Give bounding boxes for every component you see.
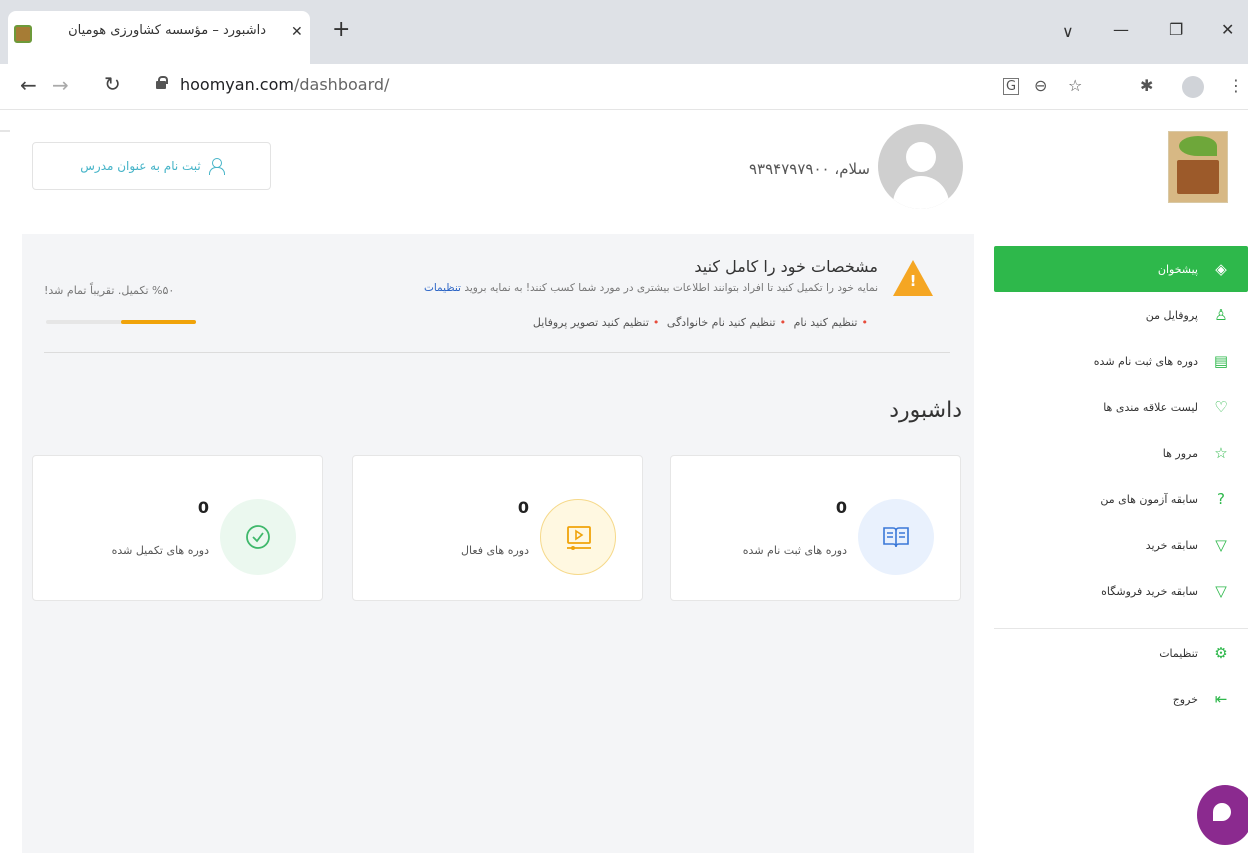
stat-label: دوره های ثبت نام شده bbox=[742, 544, 847, 557]
todo-item[interactable]: تنظیم کنید نام خانوادگی bbox=[667, 316, 776, 329]
url-path: /dashboard/ bbox=[293, 75, 390, 94]
browser-tab[interactable]: ✕ داشبورد – مؤسسه کشاورزی هومیان bbox=[8, 11, 310, 64]
sidebar-item[interactable]: ⚙ تنظیمات bbox=[994, 630, 1248, 676]
book-icon bbox=[858, 499, 934, 575]
browser-menu-icon[interactable]: ⋮ bbox=[1228, 76, 1244, 95]
sidebar-item[interactable]: ♙ پروفایل من bbox=[994, 292, 1248, 338]
browser-toolbar: ← → ↻ hoomyan.com/dashboard/ G ⊖ ☆ ✱ ⋮ bbox=[0, 64, 1248, 110]
close-icon[interactable]: ✕ bbox=[291, 24, 303, 40]
sidebar-item[interactable]: ▽ سابقه خرید فروشگاه bbox=[994, 568, 1248, 614]
new-tab-button[interactable]: + bbox=[332, 19, 350, 41]
stat-label: دوره های تکمیل شده bbox=[111, 544, 209, 557]
sidebar-item[interactable]: ▤ دوره های ثبت نام شده bbox=[994, 338, 1248, 384]
bookmark-star-icon[interactable]: ☆ bbox=[1068, 76, 1082, 95]
book-icon: ▤ bbox=[1213, 352, 1229, 370]
sidebar-item-label: دوره های ثبت نام شده bbox=[1093, 354, 1198, 368]
progress-bar bbox=[46, 320, 196, 324]
sidebar-item-label: سابقه خرید فروشگاه bbox=[1101, 584, 1198, 598]
sidebar-item[interactable]: ⇤ خروج bbox=[994, 676, 1248, 722]
favicon-icon bbox=[14, 25, 32, 43]
stat-value: 0 bbox=[835, 498, 847, 517]
sidebar-item-label: پروفایل من bbox=[1145, 308, 1198, 322]
register-teacher-label: ثبت نام به عنوان مدرس bbox=[80, 159, 201, 173]
bullet-icon: • bbox=[779, 316, 787, 329]
stat-icon-circle bbox=[858, 499, 934, 575]
description-text: نمایه خود را تکمیل کنید تا افراد بتوانند… bbox=[464, 282, 878, 294]
logout-icon: ⇤ bbox=[1214, 690, 1228, 708]
tab-title: داشبورد – مؤسسه کشاورزی هومیان bbox=[68, 23, 266, 38]
stat-icon-circle bbox=[220, 499, 296, 575]
sidebar-item-label: تنظیمات bbox=[1159, 646, 1198, 660]
user-icon: ♙ bbox=[1214, 306, 1228, 324]
reload-icon[interactable]: ↻ bbox=[104, 73, 121, 95]
sidebar-item[interactable]: ▽ سابقه خرید bbox=[994, 522, 1248, 568]
todo-item[interactable]: تنظیم کنید تصویر پروفایل bbox=[533, 316, 649, 329]
register-teacher-button[interactable]: ثبت نام به عنوان مدرس bbox=[32, 142, 271, 190]
todo-item[interactable]: تنظیم کنید نام bbox=[794, 316, 858, 329]
gear-icon: ⚙ bbox=[1214, 644, 1228, 662]
zoom-icon[interactable]: ⊖ bbox=[1034, 76, 1047, 95]
avatar-body bbox=[893, 176, 949, 209]
close-window-button[interactable]: ✕ bbox=[1221, 20, 1234, 39]
sidebar-item-label: مرور ها bbox=[1162, 446, 1198, 460]
page: ثبت نام به عنوان مدرس سلام، ۹۳۹۴۷۹۷۹۰۰ ◈… bbox=[0, 110, 1248, 853]
url-host: hoomyan.com bbox=[180, 75, 294, 94]
bullet-icon: • bbox=[861, 316, 869, 329]
person-icon bbox=[208, 158, 225, 175]
minimize-button[interactable]: — bbox=[1113, 20, 1129, 39]
bullet-icon: • bbox=[652, 316, 660, 329]
sidebar-divider bbox=[994, 628, 1248, 629]
sidebar-item-label: خروج bbox=[1172, 692, 1198, 706]
settings-link[interactable]: تنظیمات bbox=[424, 282, 461, 294]
warning-mark: ! bbox=[909, 272, 917, 290]
greeting-text: سلام، ۹۳۹۴۷۹۷۹۰۰ bbox=[749, 160, 870, 178]
avatar[interactable] bbox=[878, 124, 963, 209]
site-logo[interactable] bbox=[1168, 131, 1228, 203]
heart-icon: ♡ bbox=[1214, 398, 1228, 416]
tab-search-icon[interactable]: ∨ bbox=[1062, 22, 1074, 41]
cart-icon: ▽ bbox=[1215, 536, 1227, 554]
cart-icon: ▽ bbox=[1215, 582, 1227, 600]
check-circle-icon bbox=[220, 499, 296, 575]
translate-icon[interactable]: G bbox=[1003, 78, 1020, 95]
progress-text: %۵۰ تکمیل. تقریباً تمام شد! bbox=[44, 284, 175, 297]
extensions-icon[interactable]: ✱ bbox=[1140, 76, 1153, 95]
address-bar[interactable]: hoomyan.com/dashboard/ bbox=[180, 75, 389, 94]
profile-completion-title: مشخصات خود را کامل کنید bbox=[694, 257, 878, 276]
chat-widget-icon[interactable] bbox=[1197, 785, 1248, 845]
progress-fill bbox=[121, 320, 196, 324]
divider bbox=[0, 130, 10, 132]
browser-tabbar: ✕ داشبورد – مؤسسه کشاورزی هومیان + ∨ — ❐… bbox=[0, 0, 1248, 64]
avatar-head bbox=[906, 142, 936, 172]
stat-card-enrolled[interactable]: 0 دوره های ثبت نام شده bbox=[670, 455, 961, 601]
sidebar-item-label: سابقه آزمون های من bbox=[1100, 492, 1198, 506]
browser-profile-icon[interactable] bbox=[1182, 76, 1204, 98]
sidebar-item-label: سابقه خرید bbox=[1145, 538, 1198, 552]
question-icon: ? bbox=[1217, 490, 1225, 508]
video-icon bbox=[541, 500, 617, 576]
sidebar-item[interactable]: ◈ پیشخوان bbox=[994, 246, 1248, 292]
star-icon: ☆ bbox=[1214, 444, 1228, 462]
todo-list: •تنظیم کنید نام •تنظیم کنید نام خانوادگی… bbox=[350, 316, 872, 329]
restore-button[interactable]: ❐ bbox=[1169, 20, 1183, 39]
sidebar-item-label: لیست علاقه مندی ها bbox=[1103, 400, 1198, 414]
sidebar-item[interactable]: ☆ مرور ها bbox=[994, 430, 1248, 476]
stat-card-completed[interactable]: 0 دوره های تکمیل شده bbox=[32, 455, 323, 601]
stat-value: 0 bbox=[197, 498, 209, 517]
stat-icon-circle bbox=[540, 499, 616, 575]
section-divider bbox=[44, 352, 950, 353]
stat-card-active[interactable]: 0 دوره های فعال bbox=[352, 455, 643, 601]
back-icon[interactable]: ← bbox=[20, 74, 37, 96]
sidebar-item-label: پیشخوان bbox=[1157, 262, 1198, 276]
page-title: داشبورد bbox=[889, 398, 962, 423]
sidebar-item[interactable]: ♡ لیست علاقه مندی ها bbox=[994, 384, 1248, 430]
forward-icon[interactable]: → bbox=[52, 74, 69, 96]
sidebar-item[interactable]: ? سابقه آزمون های من bbox=[994, 476, 1248, 522]
profile-completion-description: نمایه خود را تکمیل کنید تا افراد بتوانند… bbox=[250, 282, 878, 294]
stat-label: دوره های فعال bbox=[461, 544, 529, 557]
stat-value: 0 bbox=[517, 498, 529, 517]
lock-icon bbox=[156, 76, 168, 89]
layers-icon: ◈ bbox=[1215, 260, 1227, 278]
